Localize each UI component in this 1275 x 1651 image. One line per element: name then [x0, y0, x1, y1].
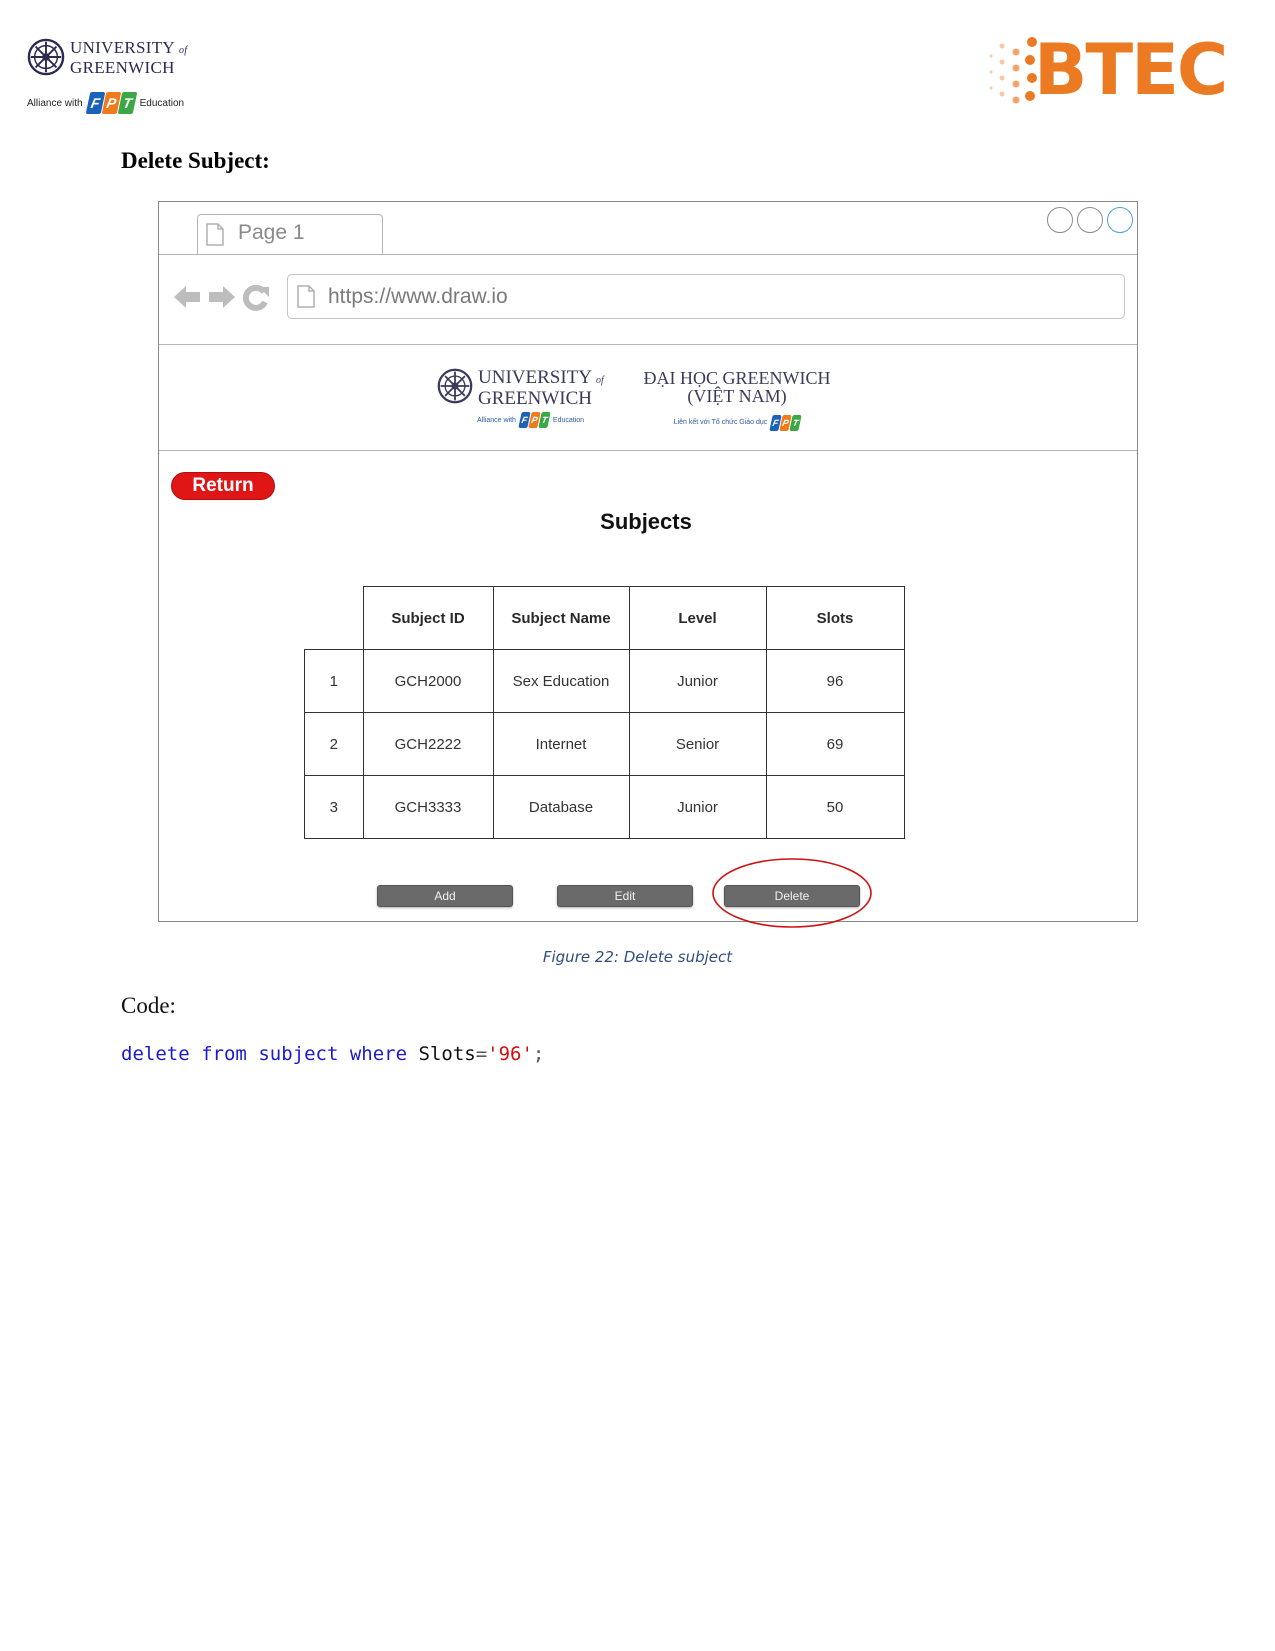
row-number: 1: [304, 649, 364, 713]
table-row[interactable]: 1 GCH2000 Sex Education Junior 96: [304, 649, 905, 713]
banner-vietnam-logo: ĐẠI HỌC GREENWICH (VIỆT NAM) Liên kết vớ…: [637, 369, 837, 432]
cell-subject-id: GCH2222: [362, 712, 494, 776]
cell-slots: 50: [765, 775, 905, 839]
window-circle-2-icon[interactable]: [1077, 207, 1103, 233]
header-subject-name: Subject Name: [492, 586, 630, 650]
back-arrow-icon[interactable]: [172, 283, 202, 311]
code-keyword-delete: delete: [121, 1043, 190, 1065]
header-slots: Slots: [765, 586, 905, 650]
table-row[interactable]: 2 GCH2222 Internet Senior 69: [304, 712, 905, 776]
btec-dots-icon: [989, 37, 1037, 104]
page-heading: Subjects: [159, 509, 1137, 535]
alliance-with-fpt: Alliance with F P T Education: [27, 92, 184, 114]
cell-slots: 96: [765, 649, 905, 713]
banner-uog-line2: GREENWICH: [478, 388, 592, 409]
edit-button[interactable]: Edit: [557, 885, 693, 907]
cell-subject-name: Sex Education: [492, 649, 630, 713]
banner-alliance-suffix: Education: [552, 416, 585, 424]
fpt-logo: FPT: [518, 412, 551, 428]
row-number: 3: [304, 775, 364, 839]
page-heading-text: Subjects: [600, 509, 692, 534]
banner-vn-sub: Liên kết với Tổ chức Giáo dục FPT: [637, 414, 837, 432]
code-keyword-from: from: [201, 1043, 247, 1065]
header-subject-id: Subject ID: [362, 586, 494, 650]
subjects-table: Subject ID Subject Name Level Slots 1 GC…: [304, 586, 905, 839]
fpt-letter-t: T: [538, 412, 551, 428]
cell-slots: 69: [765, 712, 905, 776]
tab-bar: Page 1: [159, 202, 1137, 255]
cell-subject-name: Database: [492, 775, 630, 839]
navigation-bar: https://www.draw.io: [159, 254, 1137, 345]
university-of-greenwich-logo: UNIVERSITY of GREENWICH Alliance with F …: [27, 36, 207, 126]
table-row[interactable]: 3 GCH3333 Database Junior 50: [304, 775, 905, 839]
code-column: Slots: [418, 1043, 476, 1065]
header-blank: [304, 586, 364, 650]
fpt-letter-t: T: [789, 415, 802, 431]
url-text: https://www.draw.io: [328, 285, 508, 308]
code-operator: =: [475, 1043, 488, 1065]
university-name: UNIVERSITY of GREENWICH: [70, 39, 187, 76]
fpt-logo: F P T: [85, 92, 137, 114]
figure-caption: Figure 22: Delete subject: [542, 948, 733, 966]
university-line2: GREENWICH: [70, 58, 175, 77]
code-table-name: subject: [258, 1043, 339, 1065]
university-of: of: [178, 45, 188, 56]
banner-alliance-prefix: Alliance with: [477, 416, 516, 424]
cell-subject-id: GCH2000: [362, 649, 494, 713]
alliance-prefix: Alliance with: [27, 97, 83, 109]
banner-uog-of: of: [596, 375, 604, 386]
cell-level: Junior: [628, 649, 767, 713]
cell-level: Junior: [628, 775, 767, 839]
nav-controls: [172, 283, 270, 311]
banner-vn-line1: ĐẠI HỌC GREENWICH: [643, 368, 831, 388]
site-banner: UNIVERSITY of GREENWICH Alliance with FP…: [159, 344, 1137, 451]
cell-subject-name: Internet: [492, 712, 630, 776]
banner-alliance: Alliance with FPT Education: [477, 412, 584, 428]
page-icon: [297, 285, 315, 308]
btec-wordmark: BTEC: [1034, 29, 1228, 111]
cell-subject-id: GCH3333: [362, 775, 494, 839]
tab-page-1[interactable]: Page 1: [197, 214, 383, 254]
btec-logo: BTEC: [988, 29, 1238, 114]
code-semicolon: ;: [532, 1043, 545, 1065]
compass-emblem-icon: [27, 38, 65, 76]
university-line1: UNIVERSITY: [70, 38, 175, 57]
section-title: Delete Subject:: [121, 148, 270, 173]
compass-emblem-icon: [437, 368, 473, 404]
cell-level: Senior: [628, 712, 767, 776]
code-label: Code:: [121, 993, 176, 1018]
document-icon: [206, 223, 224, 246]
banner-vn-line2: (VIỆT NAM): [687, 386, 787, 406]
header-level: Level: [628, 586, 767, 650]
forward-arrow-icon[interactable]: [207, 283, 237, 311]
code-string-value: '96': [487, 1043, 533, 1065]
alliance-suffix: Education: [139, 97, 185, 109]
code-keyword-where: where: [349, 1043, 408, 1065]
banner-vn-sub-text: Liên kết với Tổ chức Giáo dục: [673, 419, 768, 426]
tab-label: Page 1: [238, 221, 305, 244]
banner-uog-line1: UNIVERSITY: [478, 367, 592, 388]
return-button[interactable]: Return: [171, 472, 275, 500]
browser-mockup: Page 1 https://www.draw.io UNIVERSITY of…: [158, 201, 1138, 928]
add-button[interactable]: Add: [377, 885, 513, 907]
window-circle-3-icon[interactable]: [1107, 207, 1133, 233]
reload-icon[interactable]: [242, 283, 270, 311]
window-circle-1-icon[interactable]: [1047, 207, 1073, 233]
row-number: 2: [304, 712, 364, 776]
window-controls: [1047, 207, 1133, 233]
banner-university-name: UNIVERSITY of GREENWICH: [478, 367, 604, 409]
address-bar[interactable]: https://www.draw.io: [287, 274, 1125, 319]
highlight-ellipse-annotation: [712, 858, 872, 928]
sql-code-line: delete from subject where Slots='96';: [121, 1043, 544, 1065]
fpt-logo: FPT: [769, 415, 802, 431]
table-header-row: Subject ID Subject Name Level Slots: [304, 586, 905, 650]
